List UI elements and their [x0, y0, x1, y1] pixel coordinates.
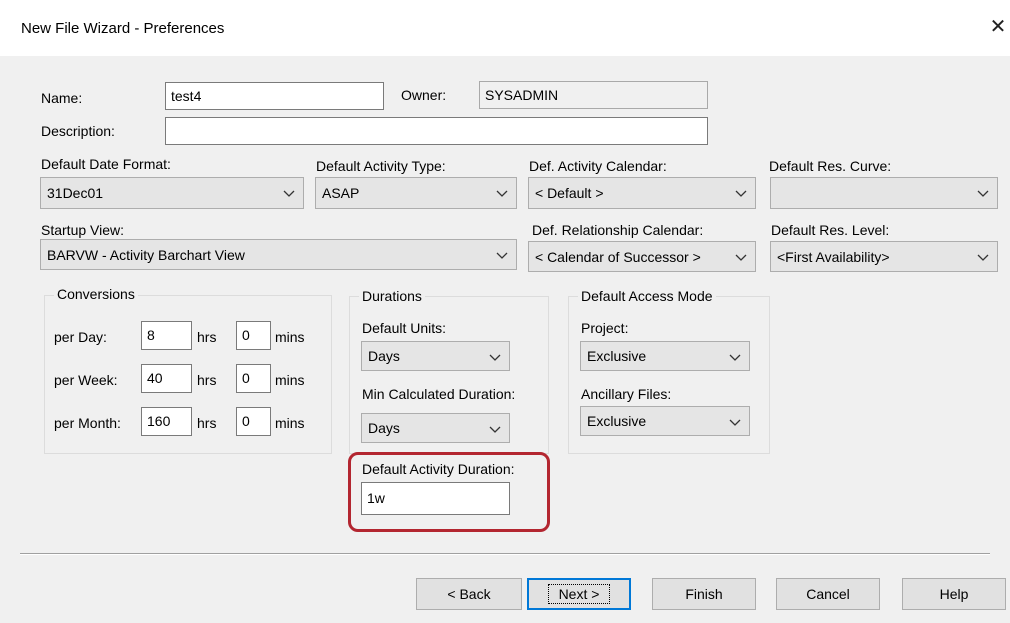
button-separator — [20, 553, 990, 555]
finish-button[interactable]: Finish — [652, 578, 756, 610]
chevron-down-icon — [489, 426, 501, 433]
per-week-label: per Week: — [54, 372, 118, 388]
activity-type-label: Default Activity Type: — [316, 158, 446, 174]
hrs-label: hrs — [197, 415, 217, 431]
highlight-annotation — [348, 452, 550, 532]
cancel-button[interactable]: Cancel — [776, 578, 880, 610]
res-level-select[interactable]: <First Availability> — [770, 241, 998, 272]
default-units-select[interactable]: Days — [361, 341, 510, 371]
chevron-down-icon — [729, 354, 741, 361]
min-calc-duration-label: Min Calculated Duration: — [362, 386, 516, 402]
activity-calendar-label: Def. Activity Calendar: — [529, 158, 667, 174]
per-day-mins-input[interactable]: 0 — [236, 321, 271, 350]
project-access-value: Exclusive — [587, 348, 647, 364]
window-title: New File Wizard - Preferences — [21, 20, 225, 37]
relationship-calendar-select[interactable]: < Calendar of Successor > — [528, 241, 756, 272]
res-curve-select[interactable] — [770, 177, 998, 209]
ancillary-files-label: Ancillary Files: — [581, 386, 672, 402]
date-format-label: Default Date Format: — [41, 156, 171, 172]
default-units-label: Default Units: — [362, 320, 447, 336]
activity-calendar-value: < Default > — [535, 185, 604, 201]
per-day-hrs-input[interactable]: 8 — [141, 321, 192, 350]
chevron-down-icon — [735, 254, 747, 261]
mins-label: mins — [275, 372, 305, 388]
owner-field: SYSADMIN — [479, 81, 708, 109]
res-level-label: Default Res. Level: — [771, 222, 890, 238]
ancillary-files-value: Exclusive — [587, 413, 647, 429]
description-input[interactable] — [165, 117, 708, 145]
hrs-label: hrs — [197, 372, 217, 388]
name-label: Name: — [41, 90, 83, 106]
per-month-mins-input[interactable]: 0 — [236, 407, 271, 436]
help-button[interactable]: Help — [902, 578, 1006, 610]
min-calc-duration-value: Days — [368, 420, 400, 436]
min-calc-duration-select[interactable]: Days — [361, 413, 510, 443]
description-label: Description: — [41, 123, 115, 139]
access-mode-title: Default Access Mode — [578, 288, 716, 304]
hrs-label: hrs — [197, 329, 217, 345]
chevron-down-icon — [735, 190, 747, 197]
relationship-calendar-value: < Calendar of Successor > — [535, 249, 701, 265]
activity-calendar-select[interactable]: < Default > — [528, 177, 756, 209]
per-week-mins-input[interactable]: 0 — [236, 364, 271, 393]
per-week-hrs-input[interactable]: 40 — [141, 364, 192, 393]
relationship-calendar-label: Def. Relationship Calendar: — [532, 222, 704, 238]
per-month-hrs-input[interactable]: 160 — [141, 407, 192, 436]
chevron-down-icon — [977, 190, 989, 197]
per-day-label: per Day: — [54, 329, 107, 345]
activity-type-value: ASAP — [322, 185, 360, 201]
default-units-value: Days — [368, 348, 400, 364]
date-format-select[interactable]: 31Dec01 — [40, 177, 304, 209]
next-button[interactable]: Next > — [527, 578, 631, 610]
per-month-label: per Month: — [54, 415, 121, 431]
project-label: Project: — [581, 320, 629, 336]
chevron-down-icon — [496, 252, 508, 259]
close-icon[interactable]: ✕ — [988, 14, 1008, 40]
ancillary-files-select[interactable]: Exclusive — [580, 406, 750, 436]
conversions-title: Conversions — [54, 286, 138, 302]
owner-label: Owner: — [401, 87, 447, 103]
chevron-down-icon — [283, 190, 295, 197]
mins-label: mins — [275, 329, 305, 345]
chevron-down-icon — [977, 254, 989, 261]
next-button-label: Next > — [547, 584, 611, 604]
startup-view-value: BARVW - Activity Barchart View — [47, 247, 245, 263]
date-format-value: 31Dec01 — [47, 185, 104, 201]
name-input[interactable]: test4 — [165, 82, 384, 110]
startup-view-label: Startup View: — [41, 222, 125, 238]
chevron-down-icon — [489, 354, 501, 361]
startup-view-select[interactable]: BARVW - Activity Barchart View — [40, 239, 517, 270]
res-level-value: <First Availability> — [777, 249, 890, 265]
mins-label: mins — [275, 415, 305, 431]
project-access-select[interactable]: Exclusive — [580, 341, 750, 371]
back-button[interactable]: < Back — [416, 578, 522, 610]
res-curve-label: Default Res. Curve: — [769, 158, 892, 174]
durations-title: Durations — [359, 288, 425, 304]
activity-type-select[interactable]: ASAP — [315, 177, 517, 209]
chevron-down-icon — [496, 190, 508, 197]
chevron-down-icon — [729, 419, 741, 426]
